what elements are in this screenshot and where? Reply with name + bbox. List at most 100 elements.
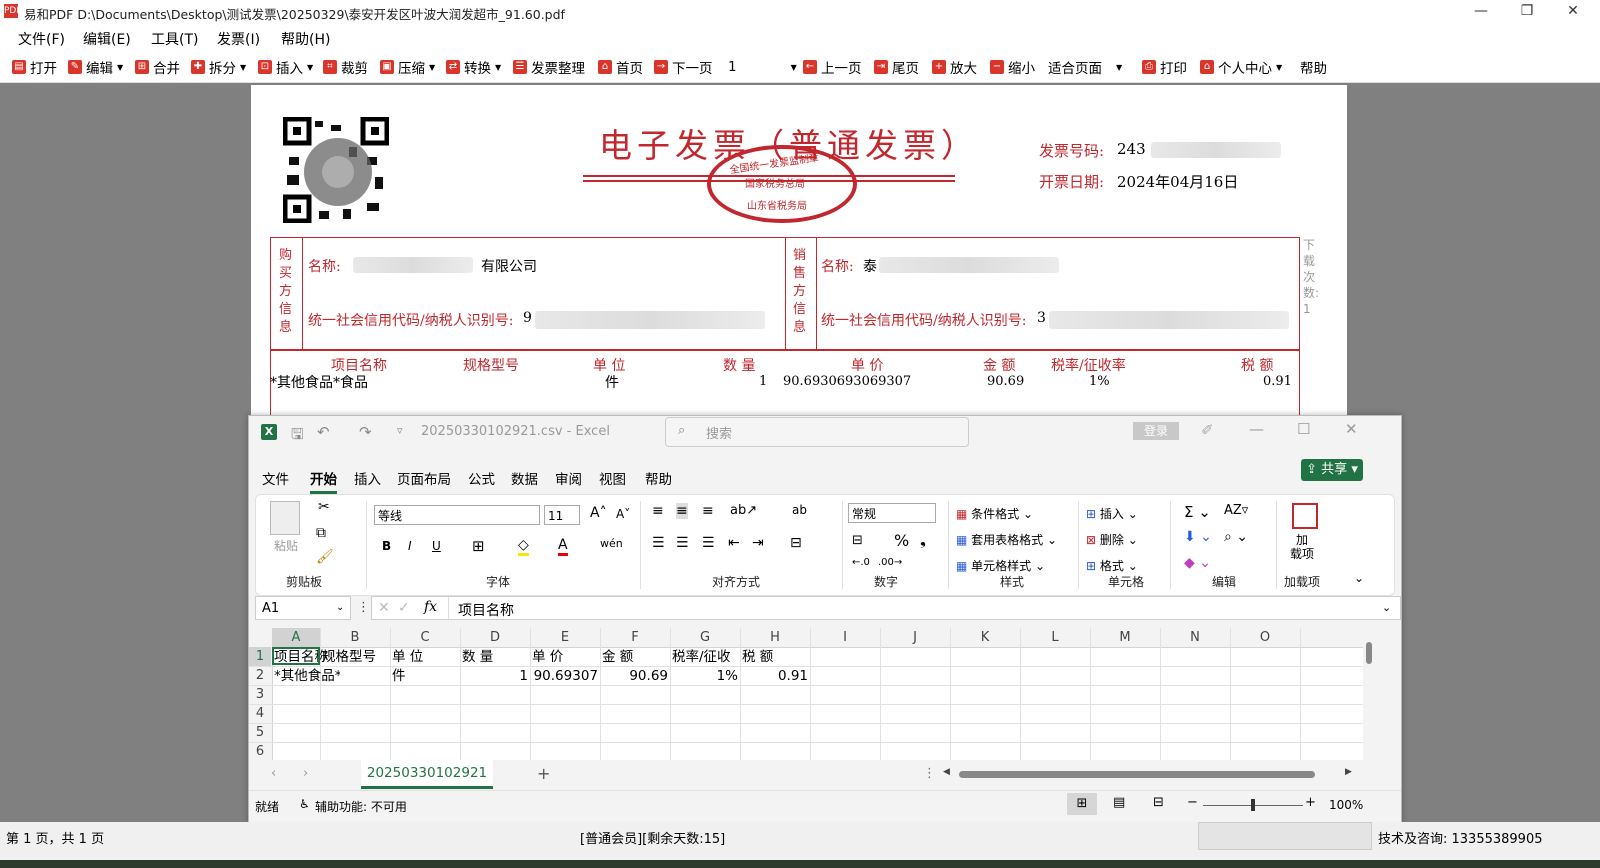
data-cell[interactable]: 1% bbox=[672, 666, 738, 686]
cancel-icon[interactable]: ✕ bbox=[378, 600, 390, 616]
sort-filter-icon[interactable]: AZ▿ bbox=[1224, 503, 1248, 518]
zoom-in-button[interactable]: + 放大 bbox=[932, 57, 977, 77]
menu-tools[interactable]: 工具(T) bbox=[151, 29, 198, 49]
decrease-font-icon[interactable]: A˅ bbox=[616, 507, 630, 521]
menu-file[interactable]: 文件(F) bbox=[18, 29, 65, 49]
row-header[interactable]: 2 bbox=[249, 666, 271, 686]
expand-formula-icon[interactable]: ⌄ bbox=[1382, 601, 1391, 614]
merge-center-icon[interactable]: ⊟ bbox=[790, 535, 802, 551]
bold-button[interactable]: B bbox=[382, 539, 391, 553]
horizontal-scrollbar[interactable] bbox=[959, 771, 1315, 778]
tab-help[interactable]: 帮助 bbox=[645, 468, 672, 488]
header-cell[interactable]: 规格型号 bbox=[322, 647, 388, 667]
paste-label[interactable]: 粘贴 bbox=[274, 537, 298, 554]
print-button[interactable]: ⎙ 打印 bbox=[1142, 57, 1187, 77]
tab-home[interactable]: 开始 bbox=[310, 468, 337, 494]
data-cell[interactable]: 90.69307 bbox=[532, 666, 598, 686]
merge-button[interactable]: ⊞ 合并 bbox=[135, 57, 180, 77]
row-header[interactable]: 5 bbox=[249, 723, 271, 743]
column-header[interactable]: C bbox=[390, 628, 460, 647]
column-header[interactable]: I bbox=[810, 628, 880, 647]
zoom-in-icon[interactable]: + bbox=[1305, 795, 1316, 810]
next-sheet-icon[interactable]: › bbox=[303, 766, 308, 781]
column-header[interactable]: M bbox=[1090, 628, 1160, 647]
format-cells-button[interactable]: ⊞ 格式 ⌄ bbox=[1086, 557, 1138, 574]
table-format-button[interactable]: ▦ 套用表格格式 ⌄ bbox=[956, 531, 1057, 548]
accessibility-icon[interactable]: ♿ bbox=[299, 797, 310, 811]
column-header[interactable]: K bbox=[950, 628, 1020, 647]
excel-maximize-button[interactable]: ☐ bbox=[1297, 420, 1310, 438]
increase-decimal-icon[interactable]: ←.0 bbox=[852, 557, 870, 568]
column-header[interactable]: B bbox=[320, 628, 390, 647]
zoom-slider-thumb[interactable] bbox=[1251, 799, 1255, 811]
conditional-format-button[interactable]: ▦ 条件格式 ⌄ bbox=[956, 505, 1033, 522]
column-header[interactable]: G bbox=[670, 628, 740, 647]
decrease-indent-icon[interactable]: ⇤ bbox=[728, 535, 740, 551]
enter-icon[interactable]: ✓ bbox=[398, 600, 410, 616]
data-cell[interactable]: 90.69 bbox=[602, 666, 668, 686]
status-accessibility[interactable]: 辅助功能: 不可用 bbox=[315, 798, 407, 815]
row-header[interactable]: 3 bbox=[249, 685, 271, 705]
phonetic-icon[interactable]: wén bbox=[600, 537, 623, 550]
copy-icon[interactable]: ⧉ bbox=[316, 525, 326, 541]
login-button[interactable]: 登录 bbox=[1133, 422, 1179, 440]
data-cell[interactable]: 1 bbox=[462, 666, 528, 686]
accounting-format-icon[interactable]: ⊟ bbox=[852, 533, 863, 548]
fill-down-icon[interactable]: ⬇ ⌄ bbox=[1184, 529, 1212, 545]
ribbon-collapse-icon[interactable]: ⌄ bbox=[1354, 571, 1364, 585]
excel-close-button[interactable]: ✕ bbox=[1345, 420, 1358, 438]
column-header[interactable]: O bbox=[1230, 628, 1300, 647]
excel-minimize-button[interactable]: — bbox=[1249, 420, 1264, 438]
help-button[interactable]: 帮助 bbox=[1300, 57, 1327, 77]
column-header[interactable]: L bbox=[1020, 628, 1090, 647]
first-page-button[interactable]: ⌂ 首页 bbox=[598, 57, 643, 77]
addins-icon[interactable] bbox=[1292, 503, 1318, 529]
number-format-select[interactable]: 常规 bbox=[848, 503, 936, 523]
font-size-select[interactable]: 11 bbox=[544, 505, 580, 525]
prev-page-button[interactable]: ← 上一页 bbox=[803, 57, 862, 77]
more-icon[interactable]: ⋮ bbox=[357, 600, 370, 615]
paste-icon[interactable] bbox=[270, 501, 300, 535]
menu-edit[interactable]: 编辑(E) bbox=[83, 29, 131, 49]
normal-view-icon[interactable]: ⊞ bbox=[1067, 793, 1097, 815]
percent-icon[interactable]: % bbox=[894, 531, 909, 550]
tab-page-layout[interactable]: 页面布局 bbox=[397, 468, 451, 488]
zoom-out-icon[interactable]: − bbox=[1187, 795, 1198, 810]
invoice-organize-button[interactable]: ☰ 发票整理 bbox=[513, 57, 585, 77]
crop-button[interactable]: ⌗ 裁剪 bbox=[323, 57, 368, 77]
customize-qat-icon[interactable]: ▿ bbox=[397, 424, 403, 437]
tab-data[interactable]: 数据 bbox=[511, 468, 538, 488]
wrap-text-icon[interactable]: ab bbox=[792, 503, 807, 517]
row-header[interactable]: 6 bbox=[249, 742, 271, 760]
convert-button[interactable]: ⇄ 转换 ▼ bbox=[446, 57, 501, 77]
row-header[interactable]: 1 bbox=[249, 647, 271, 667]
zoom-level[interactable]: 100% bbox=[1329, 798, 1363, 812]
pen-icon[interactable]: ✐ bbox=[1201, 421, 1214, 439]
align-right-icon[interactable]: ☰ bbox=[702, 535, 715, 551]
sheet-tab[interactable]: 20250330102921 bbox=[361, 760, 493, 789]
header-cell[interactable]: 数 量 bbox=[462, 647, 528, 667]
open-button[interactable]: ▤ 打开 bbox=[12, 57, 57, 77]
split-button[interactable]: ✚ 拆分 ▼ bbox=[191, 57, 246, 77]
header-cell[interactable]: 税 额 bbox=[742, 647, 808, 667]
align-middle-icon[interactable]: ≡ bbox=[676, 503, 688, 519]
menu-invoice[interactable]: 发票(I) bbox=[217, 29, 260, 49]
border-icon[interactable]: ⊞ bbox=[472, 537, 485, 555]
column-header[interactable]: F bbox=[600, 628, 670, 647]
font-color-icon[interactable]: A bbox=[558, 537, 568, 556]
align-top-icon[interactable]: ≡ bbox=[652, 503, 664, 519]
zoom-out-button[interactable]: − 缩小 bbox=[990, 57, 1035, 77]
column-header[interactable]: N bbox=[1160, 628, 1230, 647]
next-page-button[interactable]: → 下一页 bbox=[654, 57, 713, 77]
column-header[interactable]: H bbox=[740, 628, 810, 647]
vertical-scrollbar[interactable] bbox=[1363, 628, 1377, 760]
page-number-select[interactable]: 1 ▼ bbox=[728, 57, 797, 77]
edit-button[interactable]: ✎ 编辑 ▼ bbox=[68, 57, 123, 77]
align-left-icon[interactable]: ☰ bbox=[652, 535, 665, 551]
more-icon[interactable]: ⋮ bbox=[923, 766, 936, 781]
prev-sheet-icon[interactable]: ‹ bbox=[271, 766, 276, 781]
italic-button[interactable]: I bbox=[408, 539, 412, 553]
cut-icon[interactable]: ✂ bbox=[318, 499, 330, 515]
header-cell[interactable]: 单 位 bbox=[392, 647, 458, 667]
column-header[interactable]: J bbox=[880, 628, 950, 647]
